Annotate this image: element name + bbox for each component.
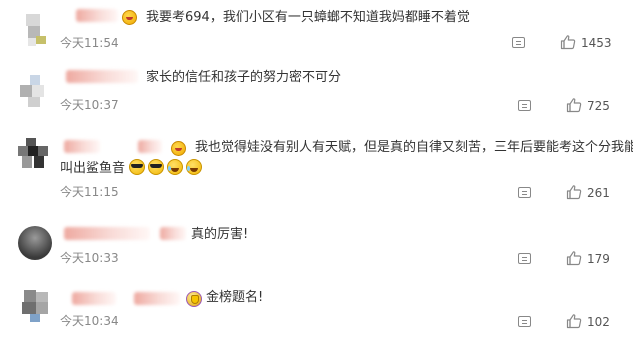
like-count: 1453 xyxy=(581,36,612,50)
username-blurred[interactable] xyxy=(76,9,118,22)
username-blurred[interactable] xyxy=(64,227,150,240)
sunglasses-emoji-icon xyxy=(129,159,146,175)
username-blurred[interactable] xyxy=(160,227,186,240)
like-count: 179 xyxy=(587,252,610,266)
like-count: 725 xyxy=(587,99,610,113)
comment-time: 今天10:34 xyxy=(60,314,119,328)
award-emoji-icon xyxy=(186,291,202,307)
comment-text-line1: 我也觉得娃没有别人有天赋，但是真的自律又刻苦，三年后要能考这个分我能 xyxy=(195,140,633,155)
comment-text: 真的厉害! xyxy=(191,227,249,242)
comment-time: 今天11:54 xyxy=(60,36,119,50)
vip-badge-icon xyxy=(122,10,137,25)
avatar[interactable] xyxy=(18,138,52,172)
thumbs-up-icon[interactable] xyxy=(566,184,582,200)
comment-text: 我要考694，我们小区有一只蟑螂不知道我妈都睡不着觉 xyxy=(146,10,470,25)
username-blurred[interactable] xyxy=(66,70,138,83)
comment-icon[interactable] xyxy=(518,316,531,327)
laughing-tears-emoji-icon xyxy=(167,159,184,175)
comment-icon[interactable] xyxy=(518,100,531,111)
comment-time: 今天10:33 xyxy=(60,251,119,265)
comment-icon[interactable] xyxy=(518,187,531,198)
avatar[interactable] xyxy=(18,226,52,260)
avatar[interactable] xyxy=(18,75,52,109)
username-blurred[interactable] xyxy=(134,292,180,305)
comment-text: 金榜题名! xyxy=(206,290,264,305)
comment-icon[interactable] xyxy=(518,253,531,264)
avatar[interactable] xyxy=(18,290,52,324)
comment-time: 今天11:15 xyxy=(60,185,119,199)
comment-text-line2: 叫出鲨鱼音 xyxy=(60,158,205,179)
username-blurred[interactable] xyxy=(138,140,162,153)
comment-icon[interactable] xyxy=(512,37,525,48)
like-count: 261 xyxy=(587,186,610,200)
thumbs-up-icon[interactable] xyxy=(566,313,582,329)
username-blurred[interactable] xyxy=(64,140,100,153)
laughing-tears-emoji-icon xyxy=(186,159,203,175)
sunglasses-emoji-icon xyxy=(148,159,165,175)
username-blurred[interactable] xyxy=(72,292,116,305)
thumbs-up-icon[interactable] xyxy=(566,97,582,113)
thumbs-up-icon[interactable] xyxy=(566,250,582,266)
comment-text: 家长的信任和孩子的努力密不可分 xyxy=(146,70,342,85)
like-count: 102 xyxy=(587,315,610,329)
avatar[interactable] xyxy=(18,14,52,48)
comment-text-line2: 叫出鲨鱼音 xyxy=(60,161,126,176)
comment-time: 今天10:37 xyxy=(60,98,119,112)
vip-badge-icon xyxy=(171,141,186,156)
thumbs-up-icon[interactable] xyxy=(560,34,576,50)
